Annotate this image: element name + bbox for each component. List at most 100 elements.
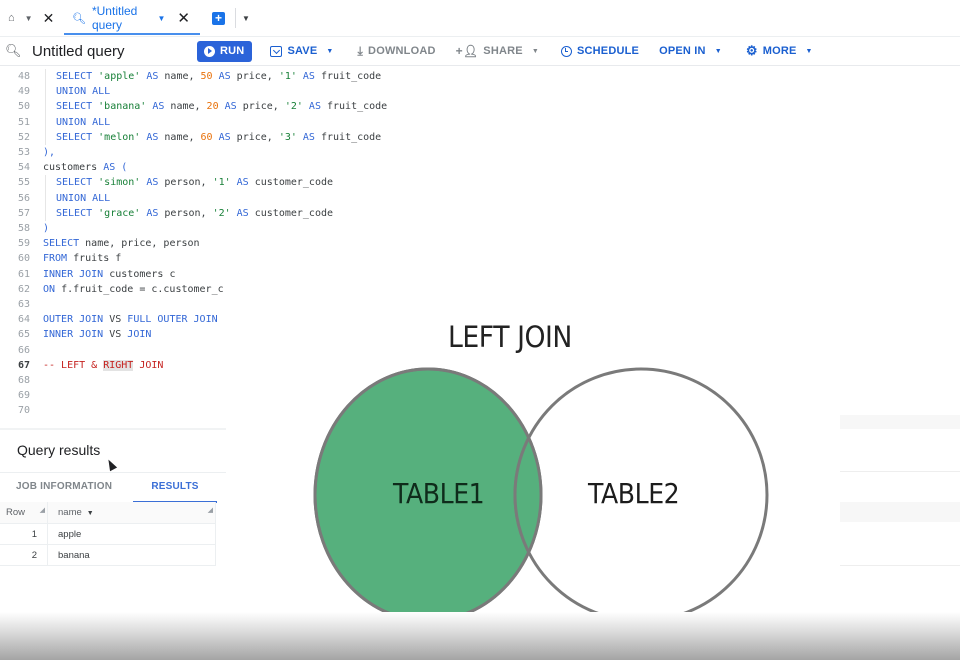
code-token: AS (140, 177, 165, 189)
row-number: 2 (0, 545, 48, 565)
code-token: name, (164, 71, 201, 82)
code-token: JOIN (133, 359, 164, 371)
code-token: '2' (284, 101, 303, 113)
code-text: -- LEFT & RIGHT JOIN (43, 358, 163, 373)
save-label: SAVE (287, 45, 318, 57)
download-button[interactable]: ⤓ DOWNLOAD (358, 44, 436, 59)
code-token: '2' (212, 207, 231, 219)
tab-job-information[interactable]: JOB INFORMATION (16, 473, 112, 503)
results-tabs: JOB INFORMATION RESULTS (0, 472, 226, 503)
column-header-row[interactable]: Row ◢ (0, 502, 48, 523)
code-line[interactable]: 49 UNION ALL (0, 84, 110, 100)
cell-name[interactable]: banana (48, 545, 216, 565)
tab-label: *Untitled query (91, 4, 138, 32)
home-dropdown-icon[interactable]: ▼ (25, 14, 33, 23)
line-number: 55 (17, 177, 30, 189)
indent-guide (45, 129, 46, 145)
code-line[interactable]: 64 OUTER JOIN VS FULL OUTER JOIN (0, 312, 218, 327)
code-token: SELECT (56, 71, 99, 82)
line-number: 57 (17, 207, 30, 219)
line-number: 59 (17, 238, 30, 250)
code-token: '3' (278, 131, 297, 143)
code-token: fruit_code (327, 101, 388, 113)
code-line[interactable]: 68 (0, 373, 30, 388)
more-button[interactable]: ⚙ MORE ▼ (746, 43, 813, 59)
code-token: name, (164, 131, 201, 143)
clock-icon (560, 45, 572, 57)
panel-divider[interactable] (0, 428, 226, 430)
sort-caret-icon[interactable]: ▼ (87, 510, 94, 517)
resize-handle-icon[interactable]: ◢ (40, 500, 45, 521)
code-text: SELECT 'banana' AS name, 20 AS price, '2… (56, 99, 387, 114)
code-line[interactable]: 54 customers AS ( (0, 160, 127, 175)
tabs-dropdown-icon[interactable]: ▼ (242, 14, 250, 23)
code-line[interactable]: 48 SELECT 'apple' AS name, 50 AS price, '… (0, 69, 381, 85)
add-person-icon: +👤︎ (455, 44, 479, 58)
resize-handle-icon[interactable]: ◢ (208, 500, 213, 521)
open-in-button[interactable]: OPEN IN ▼ (659, 45, 722, 57)
code-token: 50 (200, 71, 213, 82)
home-tab[interactable]: ⌂ ▼ ✕ (0, 10, 64, 27)
code-text: INNER JOIN customers c (43, 267, 175, 282)
code-token: person, (164, 207, 213, 219)
code-line[interactable]: 70 (0, 403, 30, 418)
code-token: UNION ALL (56, 86, 111, 98)
ghost-row (840, 415, 960, 429)
plus-icon[interactable]: + (212, 11, 225, 25)
code-line[interactable]: 55 SELECT 'simon' AS person, '1' AS custo… (0, 175, 333, 191)
column-header-name[interactable]: name ▼ ◢ (48, 502, 216, 523)
code-line[interactable]: 66 (0, 343, 30, 358)
code-token: fruit_code (320, 131, 382, 143)
code-line[interactable]: 60 FROM fruits f (0, 251, 121, 266)
code-token: customers (43, 162, 104, 174)
run-button[interactable]: RUN (197, 40, 253, 62)
code-text: INNER JOIN VS JOIN (43, 327, 151, 342)
code-line[interactable]: 57 SELECT 'grace' AS person, '2' AS custo… (0, 205, 333, 221)
code-text: UNION ALL (56, 191, 110, 206)
play-icon (204, 45, 215, 57)
code-line[interactable]: 65 INNER JOIN VS JOIN (0, 327, 151, 342)
schedule-button[interactable]: SCHEDULE (560, 45, 639, 57)
cell-name[interactable]: apple (48, 524, 216, 544)
line-number: 49 (17, 86, 30, 98)
code-text: ), (43, 145, 55, 160)
code-token: AS (296, 131, 321, 143)
code-line[interactable]: 56 UNION ALL (0, 190, 110, 206)
code-token: SELECT (56, 207, 99, 219)
code-line[interactable]: 67 -- LEFT & RIGHT JOIN (0, 358, 163, 373)
code-line[interactable]: 53), (0, 145, 55, 160)
line-number: 58 (17, 223, 30, 234)
code-line[interactable]: 62 ON f.fruit_code = c.customer_c (0, 282, 224, 297)
tab-close-icon[interactable]: ✕ (177, 9, 190, 27)
code-token: person, (164, 177, 213, 189)
line-number: 48 (17, 71, 30, 82)
code-line[interactable]: 69 (0, 388, 30, 403)
code-line[interactable]: 63 (0, 297, 30, 312)
save-icon (270, 45, 283, 57)
indent-guide (45, 205, 46, 221)
code-line[interactable]: 59 SELECT name, price, person (0, 236, 200, 251)
tab-untitled-query[interactable]: 🔍︎ *Untitled query ▼ ✕ (64, 0, 200, 36)
code-line[interactable]: 58) (0, 221, 49, 236)
save-button[interactable]: SAVE ▼ (270, 45, 333, 57)
line-number: 56 (17, 192, 30, 204)
share-button[interactable]: +👤︎ SHARE ▼ (456, 44, 539, 58)
code-text: SELECT 'apple' AS name, 50 AS price, '1'… (56, 69, 381, 84)
code-line[interactable]: 51 UNION ALL (0, 114, 110, 130)
chevron-down-icon: ▼ (326, 47, 334, 55)
code-line[interactable]: 61 INNER JOIN customers c (0, 267, 176, 282)
code-line[interactable]: 50 SELECT 'banana' AS name, 20 AS price, … (0, 99, 387, 115)
code-line[interactable]: 52 SELECT 'melon' AS name, 60 AS price, '… (0, 129, 381, 145)
query-results-title: Query results (17, 442, 101, 458)
code-token: price, (236, 131, 279, 143)
share-label: SHARE (483, 45, 523, 57)
line-number: 65 (17, 329, 30, 341)
code-token: name, price, person (85, 238, 200, 250)
tab-dropdown-icon[interactable]: ▼ (158, 14, 166, 23)
code-token: OUTER JOIN (43, 314, 110, 326)
table-row: 1 apple (0, 524, 216, 545)
tab-results[interactable]: RESULTS (133, 473, 217, 503)
home-close-icon[interactable]: ✕ (43, 10, 55, 27)
line-number: 70 (17, 405, 30, 417)
indent-guide (45, 69, 46, 85)
